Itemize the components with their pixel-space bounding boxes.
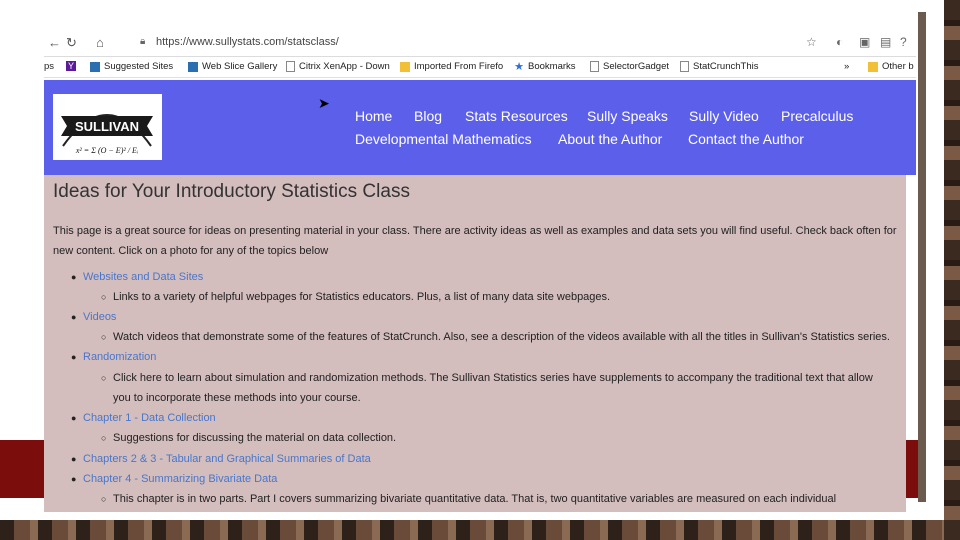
- nav-sully-speaks[interactable]: Sully Speaks: [587, 108, 668, 124]
- slide-panel: ← ↻ ⌂ 🔒︎ https://www.sullystats.com/stat…: [0, 0, 944, 520]
- bullet: ●: [71, 272, 77, 282]
- intro-paragraph: This page is a great source for ideas on…: [53, 225, 897, 257]
- bookmark-item[interactable]: Other b: [868, 61, 914, 72]
- topic-description: Suggestions for discussing the material …: [113, 432, 397, 444]
- bookmark-item[interactable]: ★ Bookmarks: [514, 60, 575, 73]
- topic-link[interactable]: Chapters 2 & 3 - Tabular and Graphical S…: [83, 453, 371, 465]
- mouse-cursor-icon: ➤: [318, 95, 330, 111]
- nav-about-the-author[interactable]: About the Author: [558, 131, 662, 147]
- bullet: ●: [71, 413, 77, 423]
- extension2-icon[interactable]: ▣: [859, 35, 870, 49]
- logo-text: SULLIVAN: [75, 119, 139, 134]
- slide-right-edge: [918, 12, 926, 502]
- sub-bullet: ○: [101, 373, 107, 383]
- bookmark-item[interactable]: ps: [44, 61, 54, 72]
- topic-link[interactable]: Randomization: [83, 351, 156, 363]
- topic-link[interactable]: Videos: [83, 311, 116, 323]
- reload-icon[interactable]: ↻: [66, 35, 77, 51]
- extension-icon[interactable]: ◐: [836, 35, 843, 49]
- bookmark-item[interactable]: StatCrunchThis: [680, 61, 758, 72]
- back-icon[interactable]: ←: [48, 35, 61, 50]
- url-input[interactable]: https://www.sullystats.com/statsclass/: [156, 36, 339, 48]
- topic-description: Links to a variety of helpful webpages f…: [113, 291, 611, 303]
- topic-link[interactable]: Chapter 1 - Data Collection: [83, 412, 216, 424]
- folder-icon: [868, 61, 878, 72]
- bookmarks-bar: ps Y Suggested Sites Web Slice Gallery C…: [44, 57, 916, 78]
- background-right-texture: [944, 0, 960, 540]
- bullet: ●: [71, 454, 77, 464]
- topic-description: Click here to learn about simulation and…: [113, 372, 873, 384]
- address-bar: ← ↻ ⌂ 🔒︎ https://www.sullystats.com/stat…: [44, 30, 916, 57]
- bullet: ●: [71, 352, 77, 362]
- page-icon: [286, 61, 295, 72]
- bookmark-item[interactable]: Web Slice Gallery: [188, 61, 277, 72]
- page-icon: [680, 61, 689, 72]
- page-title: Ideas for Your Introductory Statistics C…: [53, 181, 410, 202]
- nav-precalculus[interactable]: Precalculus: [781, 108, 853, 124]
- topic-description: you to incorporate these methods into yo…: [113, 392, 361, 404]
- nav-home[interactable]: Home: [355, 108, 392, 124]
- logo-formula: x² = Σ (O − E)² / Eᵢ: [75, 146, 138, 155]
- nav-sully-video[interactable]: Sully Video: [689, 108, 759, 124]
- bookmark-item[interactable]: Citrix XenApp - Down: [286, 61, 390, 72]
- sub-bullet: ○: [101, 332, 107, 342]
- nav-developmental-mathematics[interactable]: Developmental Mathematics: [355, 131, 532, 147]
- extension3-icon[interactable]: ▤: [880, 35, 891, 49]
- page-content: Ideas for Your Introductory Statistics C…: [44, 175, 906, 512]
- nav-contact-the-author[interactable]: Contact the Author: [688, 131, 804, 147]
- bookmark-item[interactable]: SelectorGadget: [590, 61, 669, 72]
- help-icon[interactable]: ?: [900, 35, 907, 49]
- topic-description: Watch videos that demonstrate some of th…: [113, 331, 890, 343]
- nav-blog[interactable]: Blog: [414, 108, 442, 124]
- topic-description: This chapter is in two parts. Part I cov…: [113, 493, 837, 505]
- bullet: ●: [71, 312, 77, 322]
- sub-bullet: ○: [101, 433, 107, 443]
- star-icon: ★: [514, 60, 524, 73]
- page-icon: [590, 61, 599, 72]
- logo-graphic: SULLIVAN x² = Σ (O − E)² / Eᵢ: [61, 114, 153, 155]
- yahoo-icon: Y: [66, 61, 76, 71]
- sub-bullet: ○: [101, 292, 107, 302]
- star-icon[interactable]: ☆: [806, 35, 817, 49]
- sub-bullet: ○: [101, 494, 107, 504]
- home-icon[interactable]: ⌂: [96, 35, 104, 50]
- bookmark-item-yahoo[interactable]: Y: [66, 61, 76, 71]
- topic-link[interactable]: Chapter 4 - Summarizing Bivariate Data: [83, 473, 277, 485]
- sullivan-logo[interactable]: SULLIVAN x² = Σ (O − E)² / Eᵢ: [53, 94, 162, 160]
- bookmark-item[interactable]: Imported From Firefo: [400, 61, 503, 72]
- topic-link[interactable]: Websites and Data Sites: [83, 271, 203, 283]
- nav-stats-resources[interactable]: Stats Resources: [465, 108, 568, 124]
- lock-icon: 🔒︎: [140, 36, 146, 47]
- bookmark-item[interactable]: Suggested Sites: [90, 61, 173, 72]
- bookmark-page-icon: [188, 61, 198, 72]
- site-header: SULLIVAN x² = Σ (O − E)² / Eᵢ ➤ Home Blo…: [44, 80, 916, 175]
- bullet: ●: [71, 474, 77, 484]
- bookmarks-overflow[interactable]: »: [844, 61, 849, 72]
- bookmark-page-icon: [90, 61, 100, 72]
- folder-icon: [400, 61, 410, 72]
